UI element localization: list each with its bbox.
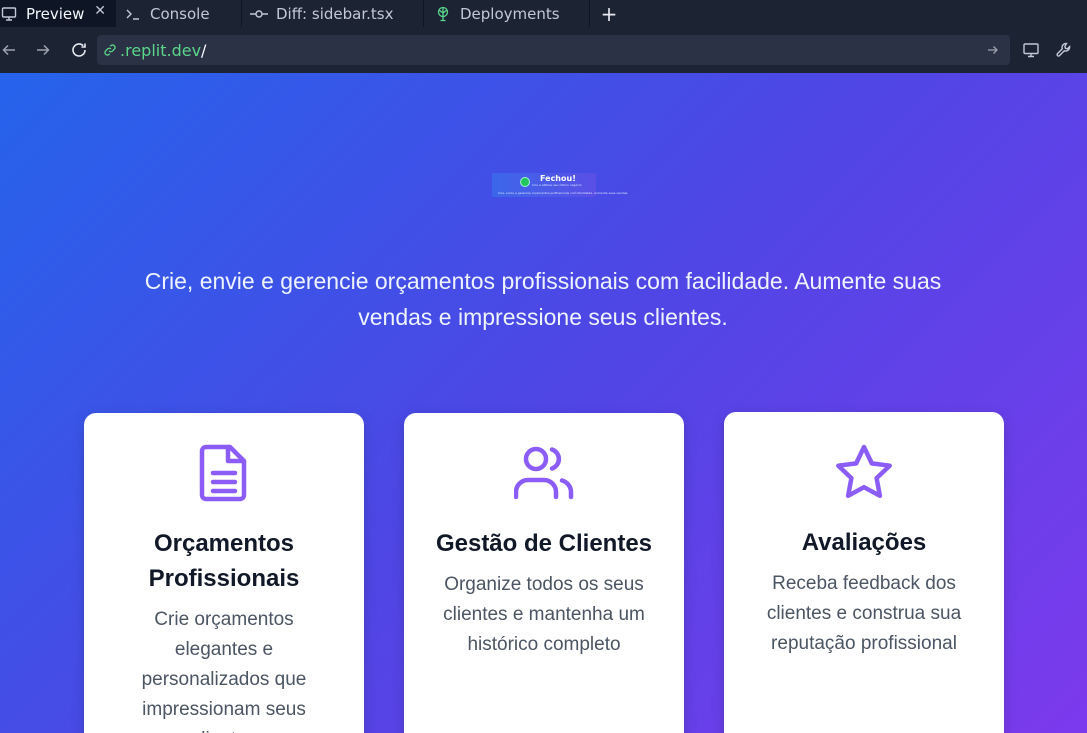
tab-label: Deployments (460, 4, 560, 23)
url-field[interactable]: .replit.dev / (97, 35, 1010, 65)
feature-title: Avaliações (801, 529, 927, 556)
monitor-icon (0, 5, 18, 23)
url-domain: .replit.dev (120, 40, 202, 60)
logo-mark-icon (520, 177, 530, 187)
back-icon[interactable] (0, 38, 21, 62)
logo-tagline: Crie e efetive seu último negócio (532, 183, 582, 187)
deploy-icon (434, 5, 452, 23)
tab-bar: Preview ✕ Console Diff: sidebar.tsx Depl… (0, 0, 1087, 27)
url-path: / (201, 40, 207, 60)
device-preview-icon[interactable] (1019, 38, 1043, 62)
feature-card-quotes: Orçamentos Profissionais Crie orçamentos… (84, 413, 364, 733)
go-arrow-icon[interactable] (984, 41, 1002, 59)
feature-card-clients: Gestão de Clientes Organize todos os seu… (404, 413, 684, 733)
link-icon (103, 42, 119, 58)
reload-icon[interactable] (67, 38, 91, 62)
preview-viewport: Fechou! Crie e efetive seu último negóci… (0, 73, 1087, 733)
document-icon (194, 443, 254, 503)
add-tab-button[interactable]: + (590, 0, 628, 27)
feature-description: Crie orçamentos elegantes e personalizad… (141, 609, 307, 733)
logo-name: Fechou! (540, 174, 576, 183)
feature-title: Orçamentos Profissionais (148, 530, 300, 592)
logo-subtitle: Crie, envie e gerencie orçamentos profis… (498, 191, 629, 195)
tab-label: Preview (26, 4, 85, 23)
tab-label: Diff: sidebar.tsx (276, 4, 394, 23)
site-logo[interactable]: Fechou! Crie e efetive seu último negóci… (492, 173, 628, 197)
feature-title: Gestão de Clientes (435, 530, 653, 557)
devtools-wrench-icon[interactable] (1052, 38, 1076, 62)
feature-description: Organize todos os seus clientes e manten… (443, 574, 645, 655)
tab-label: Console (150, 4, 210, 23)
tab-console[interactable]: Console (116, 0, 242, 27)
tab-diff[interactable]: Diff: sidebar.tsx (242, 0, 424, 27)
feature-card-reviews: Avaliações Receba feedback dos clientes … (724, 412, 1004, 733)
star-icon (834, 442, 894, 502)
tab-deployments[interactable]: Deployments (424, 0, 590, 27)
close-icon[interactable]: ✕ (94, 3, 106, 19)
hero-description: Crie, envie e gerencie orçamentos profis… (144, 268, 942, 330)
tab-preview[interactable]: Preview ✕ (0, 0, 116, 27)
git-commit-icon (250, 5, 268, 23)
address-bar: .replit.dev / (0, 27, 1087, 73)
users-icon (514, 443, 574, 503)
terminal-icon (124, 5, 142, 23)
forward-icon[interactable] (31, 38, 55, 62)
feature-description: Receba feedback dos clientes e construa … (766, 573, 962, 654)
